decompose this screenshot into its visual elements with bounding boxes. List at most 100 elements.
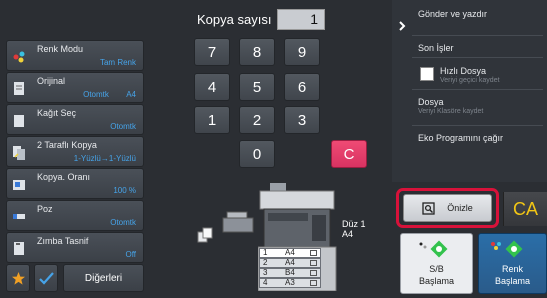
key-6[interactable]: 6 bbox=[284, 73, 320, 101]
exposure-label: Poz bbox=[37, 204, 53, 214]
chevron-right-icon bbox=[399, 21, 406, 31]
divider bbox=[412, 125, 543, 126]
paper-select-icon bbox=[14, 115, 24, 127]
tray-row[interactable]: 1 A4 bbox=[259, 248, 321, 258]
original-icon bbox=[14, 82, 24, 95]
tray-list: 1 A4 2 A4 3 B4 4 A3 bbox=[259, 248, 321, 288]
duplex-copy-value: 1-Yüzlü→1-Yüzlü bbox=[73, 154, 136, 163]
staple-sort-button[interactable]: Zımba Tasnif Off bbox=[6, 232, 144, 263]
quick-file-link[interactable]: Hızlı Dosya Veriyi geçici kaydet bbox=[440, 66, 543, 85]
original-label: Orijinal bbox=[37, 76, 66, 86]
file-sublabel: Veriyi Klasöre kaydet bbox=[418, 108, 484, 115]
staple-sort-label: Zımba Tasnif bbox=[37, 236, 89, 246]
duplex-copy-button[interactable]: 2 Taraflı Kopya 1-Yüzlü→1-Yüzlü bbox=[6, 136, 144, 167]
finisher-icon bbox=[222, 211, 254, 233]
divider bbox=[412, 35, 543, 36]
paper-stack-icon bbox=[310, 270, 317, 276]
paper-stack-icon bbox=[310, 250, 317, 256]
bw-start-button[interactable]: S/B Başlama bbox=[400, 233, 473, 294]
start-icon bbox=[430, 240, 448, 258]
eco-program-link[interactable]: Eko Programını çağır bbox=[418, 133, 543, 143]
copy-ratio-value: 100 % bbox=[113, 186, 136, 195]
clear-all-button[interactable]: CA bbox=[503, 192, 547, 226]
paper-select-button[interactable]: Kağıt Seç Otomtk bbox=[6, 104, 144, 135]
favorite-button[interactable] bbox=[6, 264, 30, 292]
staple-sort-value: Off bbox=[125, 250, 136, 259]
key-8[interactable]: 8 bbox=[239, 38, 275, 66]
color-start-label-1: Renk bbox=[501, 264, 523, 274]
original-value: Otomtk A4 bbox=[83, 90, 136, 99]
tray-number: 1 bbox=[263, 248, 268, 257]
color-start-label-2: Başlama bbox=[494, 276, 530, 286]
tray-size: A4 bbox=[285, 258, 295, 267]
others-button[interactable]: Diğerleri bbox=[63, 264, 144, 292]
clear-key[interactable]: C bbox=[331, 140, 367, 168]
tray-size: B4 bbox=[285, 268, 295, 277]
color-mode-value: Tam Renk bbox=[99, 58, 136, 67]
checkmark-icon bbox=[38, 271, 54, 285]
key-5[interactable]: 5 bbox=[239, 73, 275, 101]
exposure-icon bbox=[13, 214, 25, 219]
copy-ratio-label: Kopya. Oranı bbox=[37, 172, 91, 182]
duplex-copy-label: 2 Taraflı Kopya bbox=[37, 140, 97, 150]
function-panel: Renk Modu Tam Renk Orijinal Otomtk A4 Ka… bbox=[6, 40, 144, 292]
paper-select-value: Otomtk bbox=[110, 122, 136, 131]
divider bbox=[412, 89, 543, 90]
paper-stack-icon bbox=[310, 260, 317, 266]
copy-screen: Renk Modu Tam Renk Orijinal Otomtk A4 Ka… bbox=[0, 0, 547, 298]
output-tray-icon bbox=[197, 227, 213, 243]
recent-jobs-link[interactable]: Son İşler bbox=[418, 43, 543, 53]
paper-select-label: Kağıt Seç bbox=[37, 108, 77, 118]
bw-start-label-2: Başlama bbox=[418, 276, 454, 286]
paper-stack-icon bbox=[310, 280, 317, 286]
confirm-button[interactable] bbox=[34, 264, 58, 292]
key-4[interactable]: 4 bbox=[194, 73, 230, 101]
send-and-print-link[interactable]: Gönder ve yazdır bbox=[418, 9, 543, 19]
star-icon bbox=[11, 271, 25, 285]
bypass-tray-label: Düz 1 A4 bbox=[342, 219, 366, 239]
preview-button[interactable]: Önizle bbox=[403, 194, 492, 222]
key-3[interactable]: 3 bbox=[284, 106, 320, 134]
preview-label: Önizle bbox=[447, 203, 473, 213]
key-9[interactable]: 9 bbox=[284, 38, 320, 66]
exposure-value: Otomtk bbox=[110, 218, 136, 227]
copy-count-field[interactable]: 1 bbox=[277, 9, 325, 30]
collapse-panel-button[interactable] bbox=[392, 0, 412, 52]
color-dots-icon bbox=[491, 242, 501, 250]
bypass-tray-name: Düz 1 bbox=[342, 219, 366, 229]
color-mode-button[interactable]: Renk Modu Tam Renk bbox=[6, 40, 144, 71]
duplex-copy-icon bbox=[13, 146, 25, 160]
tray-row[interactable]: 4 A3 bbox=[259, 278, 321, 288]
copy-count-label: Kopya sayısı bbox=[197, 12, 272, 27]
color-mode-icon bbox=[13, 51, 25, 63]
key-2[interactable]: 2 bbox=[239, 106, 275, 134]
exposure-button[interactable]: Poz Otomtk bbox=[6, 200, 144, 231]
start-icon bbox=[505, 240, 523, 258]
quick-file-sublabel: Veriyi geçici kaydet bbox=[440, 77, 500, 84]
key-1[interactable]: 1 bbox=[194, 106, 230, 134]
staple-sort-icon bbox=[14, 242, 24, 255]
tray-number: 4 bbox=[263, 278, 268, 287]
tray-number: 2 bbox=[263, 258, 268, 267]
file-link[interactable]: Dosya Veriyi Klasöre kaydet bbox=[418, 97, 543, 116]
divider bbox=[412, 57, 543, 58]
quick-file-label: Hızlı Dosya bbox=[440, 66, 487, 76]
bypass-tray-size: A4 bbox=[342, 229, 354, 239]
bottom-bar: Diğerleri bbox=[6, 264, 144, 292]
tray-row[interactable]: 2 A4 bbox=[259, 258, 321, 268]
copy-ratio-button[interactable]: Kopya. Oranı 100 % bbox=[6, 168, 144, 199]
copy-ratio-icon bbox=[13, 180, 25, 190]
tray-row[interactable]: 3 B4 bbox=[259, 268, 321, 278]
tray-number: 3 bbox=[263, 268, 268, 277]
tray-size: A3 bbox=[285, 278, 295, 287]
color-mode-label: Renk Modu bbox=[37, 44, 84, 54]
quick-file-checkbox[interactable] bbox=[420, 67, 434, 81]
tray-size: A4 bbox=[285, 248, 295, 257]
key-0[interactable]: 0 bbox=[239, 140, 275, 168]
bw-start-label-1: S/B bbox=[429, 264, 444, 274]
key-7[interactable]: 7 bbox=[194, 38, 230, 66]
action-panel bbox=[392, 0, 547, 182]
color-start-button[interactable]: Renk Başlama bbox=[478, 233, 547, 294]
original-button[interactable]: Orijinal Otomtk A4 bbox=[6, 72, 144, 103]
file-label: Dosya bbox=[418, 97, 444, 107]
